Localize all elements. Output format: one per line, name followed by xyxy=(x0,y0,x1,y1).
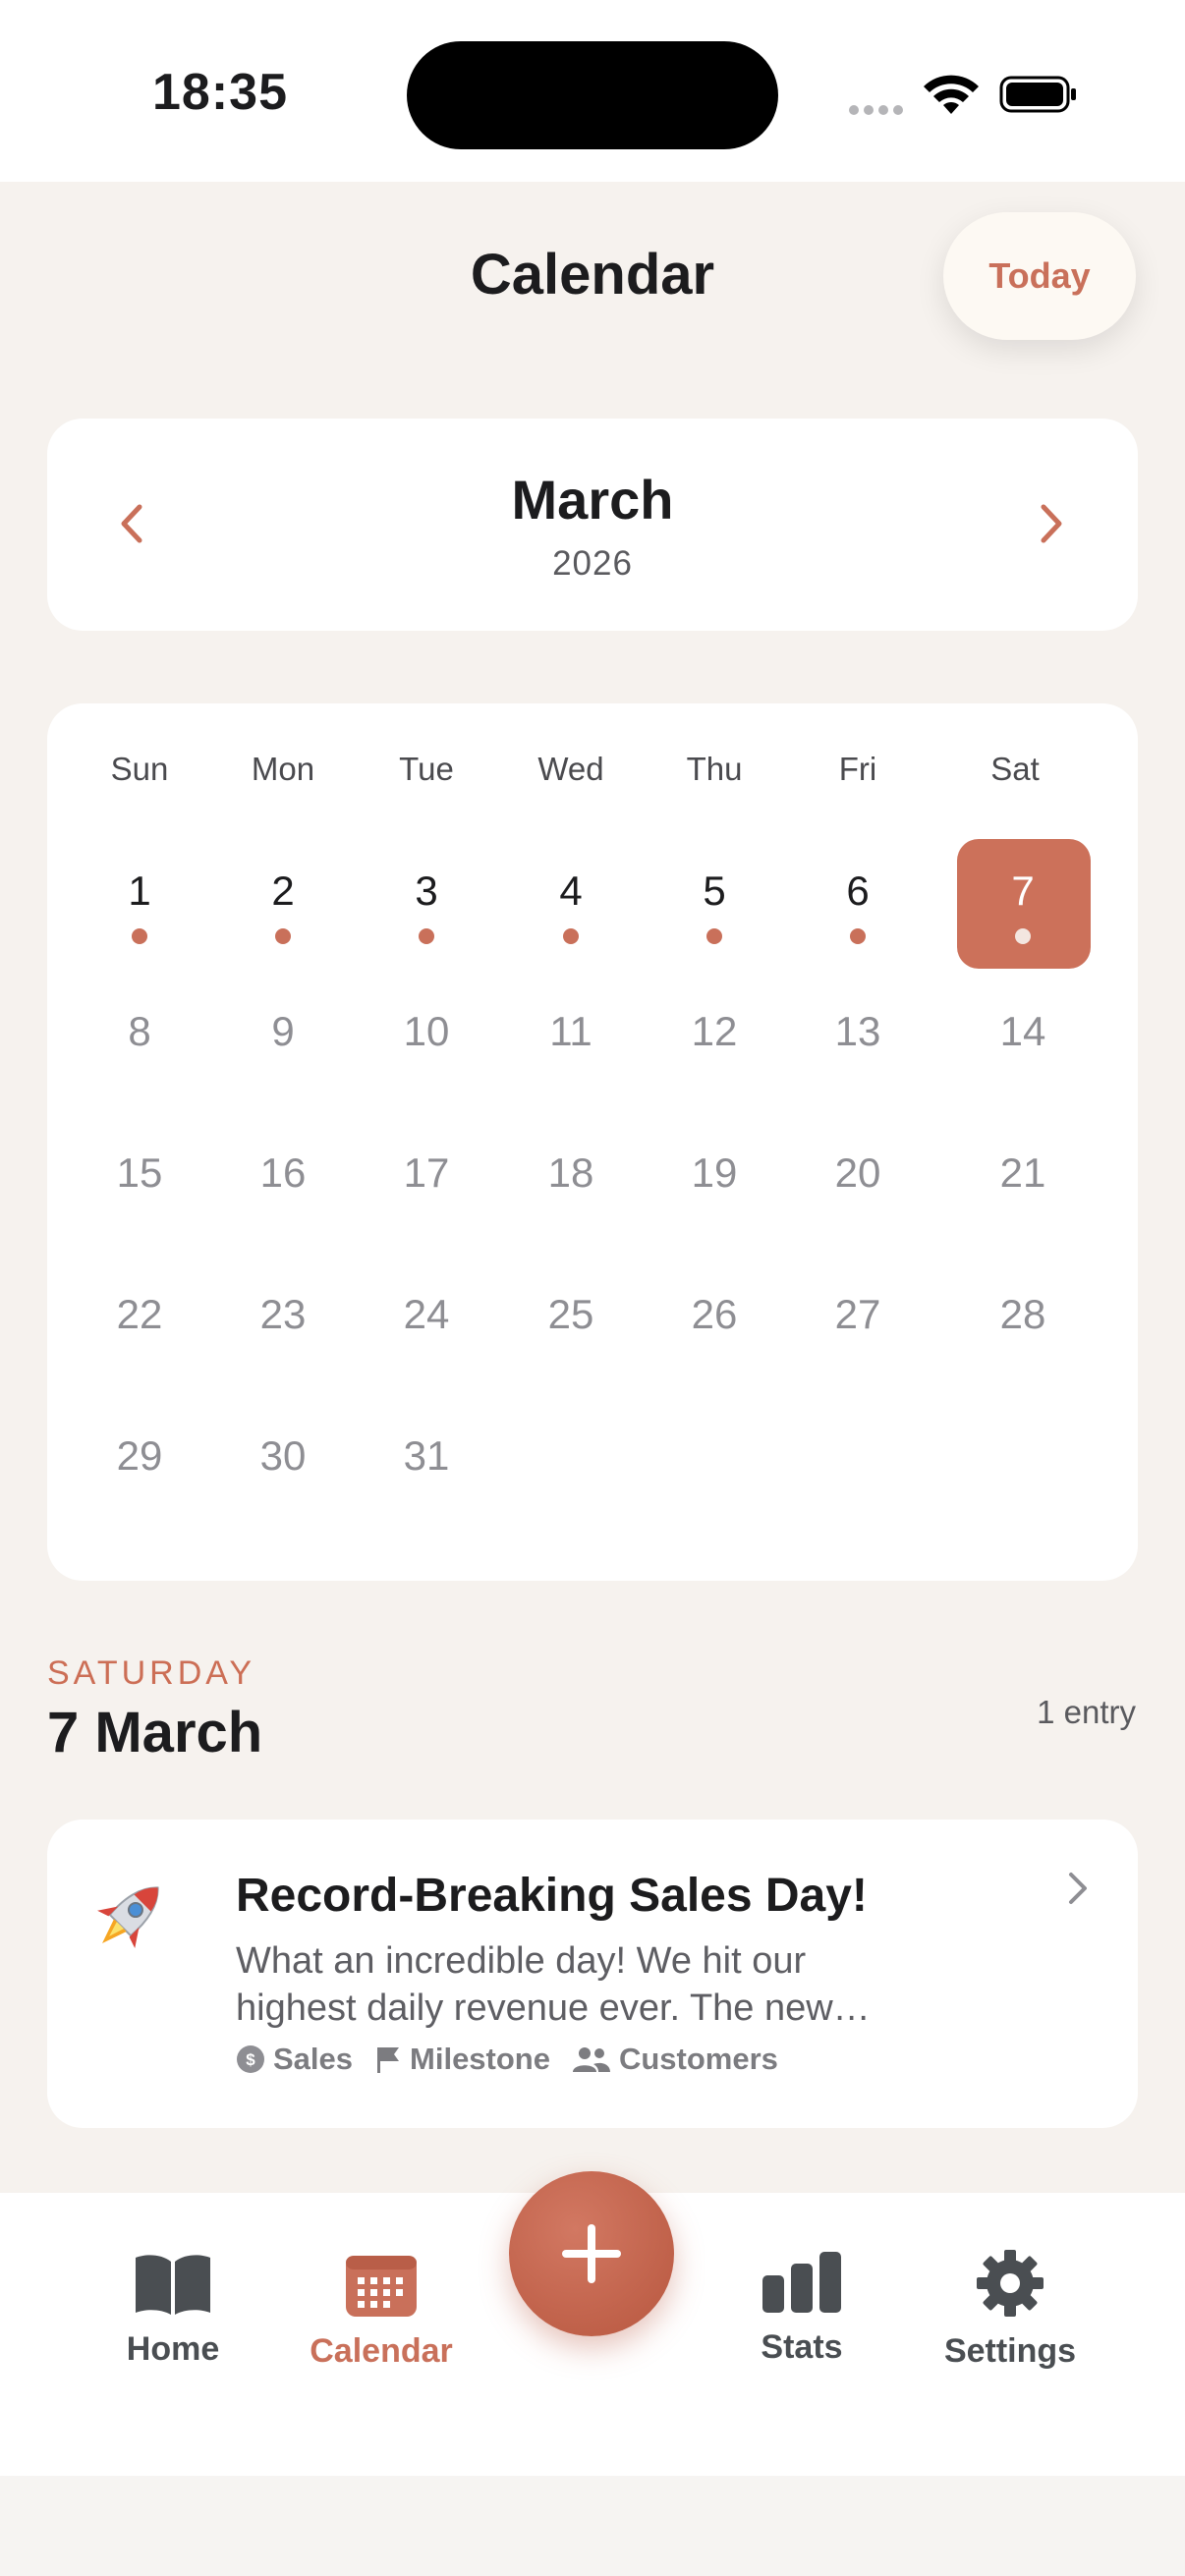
calendar-day[interactable]: 18 xyxy=(499,1149,643,1197)
entry-preview-line: highest daily revenue ever. The new… xyxy=(236,1988,871,2029)
entry-indicator-dot xyxy=(1015,928,1031,944)
calendar-day-selected[interactable]: 7 xyxy=(951,868,1095,915)
home-indicator-area xyxy=(0,2476,1185,2576)
weekday-header: Tue xyxy=(399,751,454,787)
entry-indicator-dot xyxy=(563,928,579,944)
add-entry-button[interactable] xyxy=(509,2171,674,2336)
tag-milestone: Milestone xyxy=(374,2042,550,2077)
calendar-day[interactable]: 10 xyxy=(355,1008,498,1055)
gear-icon xyxy=(977,2250,1044,2317)
entry-indicator-dot xyxy=(419,928,434,944)
entry-card[interactable]: Record-Breaking Sales Day! What an incre… xyxy=(47,1820,1138,2128)
tag-customers: Customers xyxy=(572,2042,778,2077)
plus-icon xyxy=(562,2224,621,2283)
calendar-day[interactable]: 12 xyxy=(643,1008,786,1055)
calendar-day[interactable]: 5 xyxy=(643,868,786,915)
tab-label: Settings xyxy=(943,2332,1077,2370)
status-bar: 18:35 xyxy=(0,0,1185,182)
weekday-header: Thu xyxy=(686,751,743,787)
calendar-day[interactable]: 17 xyxy=(355,1149,498,1197)
today-button[interactable]: Today xyxy=(943,212,1136,340)
calendar-day[interactable]: 19 xyxy=(643,1149,786,1197)
tab-settings[interactable]: Settings xyxy=(912,2248,1108,2371)
tag-label: Customers xyxy=(618,2042,778,2076)
calendar-day[interactable]: 3 xyxy=(355,868,498,915)
tag-sales: $ Sales xyxy=(236,2042,353,2077)
calendar-day[interactable]: 11 xyxy=(499,1008,643,1055)
tag-label: Milestone xyxy=(410,2042,550,2076)
svg-text:$: $ xyxy=(246,2050,255,2069)
calendar-day[interactable]: 23 xyxy=(211,1291,355,1338)
calendar-day[interactable]: 29 xyxy=(68,1432,211,1480)
calendar-day[interactable]: 1 xyxy=(68,868,211,915)
calendar-grid: Sun Mon Tue Wed Thu Fri Sat 1 2 3 4 5 6 7 8 9 10 11 12 13 14… xyxy=(47,703,1138,1581)
next-month-button[interactable] xyxy=(1026,499,1075,548)
weekday-header: Sun xyxy=(110,751,169,787)
entry-count: 1 entry xyxy=(1037,1694,1136,1730)
calendar-day[interactable]: 6 xyxy=(786,868,930,915)
month-picker: March 2026 xyxy=(47,419,1138,631)
calendar-day[interactable]: 15 xyxy=(68,1149,211,1197)
tab-label: Home xyxy=(126,2330,220,2368)
tab-stats[interactable]: Stats xyxy=(704,2250,900,2367)
entry-title: Record-Breaking Sales Day! xyxy=(236,1870,868,1922)
weekday-header: Fri xyxy=(838,751,877,787)
tab-home[interactable]: Home xyxy=(75,2252,271,2369)
calendar-day[interactable]: 20 xyxy=(786,1149,930,1197)
entry-preview: What an incredible day! We hit our highe… xyxy=(236,1937,943,2032)
tab-calendar[interactable]: Calendar xyxy=(283,2250,480,2371)
calendar-day[interactable]: 27 xyxy=(786,1291,930,1338)
selected-date: 7 March xyxy=(47,1701,263,1764)
month-name: March xyxy=(511,469,674,531)
calendar-day[interactable]: 26 xyxy=(643,1291,786,1338)
battery-icon xyxy=(999,76,1076,113)
wifi-icon xyxy=(924,75,979,114)
calendar-day[interactable]: 22 xyxy=(68,1291,211,1338)
tab-label: Calendar xyxy=(310,2332,453,2370)
entry-tags: $ Sales Milestone Customers xyxy=(236,2042,800,2077)
people-icon xyxy=(572,2047,610,2072)
entry-indicator-dot xyxy=(850,928,866,944)
entry-indicator-dot xyxy=(275,928,291,944)
calendar-day[interactable]: 4 xyxy=(499,868,643,915)
weekday-header: Sat xyxy=(990,751,1040,787)
selected-weekday: SATURDAY xyxy=(47,1654,256,1692)
calendar-day[interactable]: 13 xyxy=(786,1008,930,1055)
entry-indicator-dot xyxy=(132,928,147,944)
calendar-icon xyxy=(346,2256,417,2317)
book-icon xyxy=(136,2255,210,2315)
calendar-day[interactable]: 2 xyxy=(211,868,355,915)
dynamic-island xyxy=(407,41,778,149)
dollar-icon: $ xyxy=(237,2045,264,2073)
calendar-day[interactable]: 30 xyxy=(211,1432,355,1480)
tag-label: Sales xyxy=(273,2042,354,2076)
weekday-header: Wed xyxy=(537,751,604,787)
signal-icon xyxy=(849,102,908,120)
calendar-day[interactable]: 14 xyxy=(951,1008,1095,1055)
month-year: 2026 xyxy=(552,544,633,583)
bar-chart-icon xyxy=(762,2252,841,2313)
status-time: 18:35 xyxy=(152,64,288,121)
flag-icon xyxy=(377,2047,400,2073)
calendar-day[interactable]: 9 xyxy=(211,1008,355,1055)
calendar-day[interactable]: 25 xyxy=(499,1291,643,1338)
rocket-icon xyxy=(97,1886,159,1948)
weekday-header: Mon xyxy=(251,751,315,787)
calendar-day[interactable]: 24 xyxy=(355,1291,498,1338)
calendar-day[interactable]: 8 xyxy=(68,1008,211,1055)
calendar-day[interactable]: 28 xyxy=(951,1291,1095,1338)
calendar-day[interactable]: 16 xyxy=(211,1149,355,1197)
entry-indicator-dot xyxy=(706,928,722,944)
chevron-right-icon xyxy=(1069,1873,1087,1904)
calendar-day[interactable]: 31 xyxy=(355,1432,498,1480)
tab-label: Stats xyxy=(761,2328,843,2366)
entry-preview-line: What an incredible day! We hit our xyxy=(236,1940,807,1982)
calendar-day[interactable]: 21 xyxy=(951,1149,1095,1197)
